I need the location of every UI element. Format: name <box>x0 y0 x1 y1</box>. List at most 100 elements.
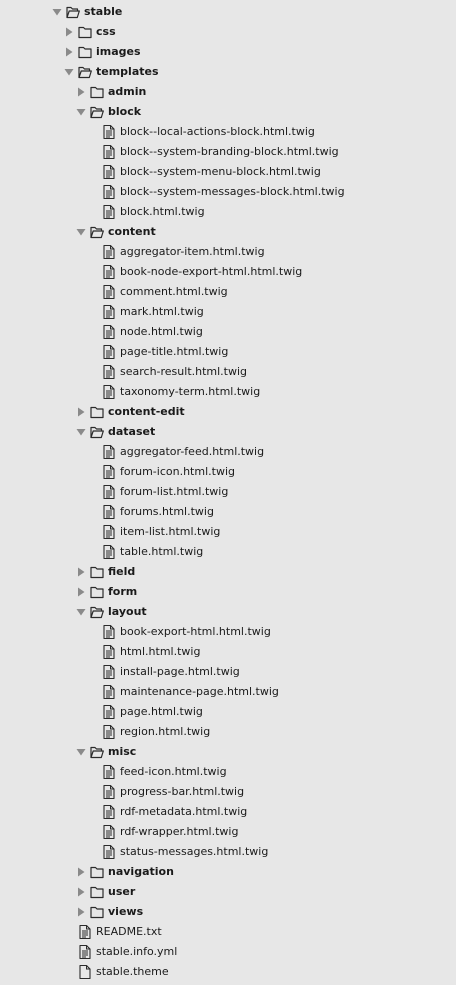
folder-row-layout[interactable]: layout <box>0 602 456 622</box>
file-label: table.html.twig <box>120 545 204 558</box>
folder-icon <box>78 44 92 60</box>
collapsed-arrow-icon[interactable] <box>64 47 74 57</box>
file-text-icon <box>102 344 116 360</box>
folder-label: stable <box>84 5 123 18</box>
file-row-block-local-actions-block-html-twig[interactable]: block--local-actions-block.html.twig <box>0 122 456 142</box>
file-text-icon <box>102 724 116 740</box>
folder-row-admin[interactable]: admin <box>0 82 456 102</box>
folder-row-images[interactable]: images <box>0 42 456 62</box>
file-row-stable-info-yml[interactable]: stable.info.yml <box>0 942 456 962</box>
expanded-arrow-icon[interactable] <box>52 7 62 17</box>
file-label: search-result.html.twig <box>120 365 248 378</box>
file-text-icon <box>102 684 116 700</box>
file-row-rdf-wrapper-html-twig[interactable]: rdf-wrapper.html.twig <box>0 822 456 842</box>
folder-row-form[interactable]: form <box>0 582 456 602</box>
file-label: block.html.twig <box>120 205 205 218</box>
folder-row-content[interactable]: content <box>0 222 456 242</box>
expanded-arrow-icon[interactable] <box>64 67 74 77</box>
collapsed-arrow-icon[interactable] <box>76 407 86 417</box>
folder-row-misc[interactable]: misc <box>0 742 456 762</box>
file-row-html-html-twig[interactable]: html.html.twig <box>0 642 456 662</box>
file-row-search-result-html-twig[interactable]: search-result.html.twig <box>0 362 456 382</box>
folder-row-navigation[interactable]: navigation <box>0 862 456 882</box>
file-row-aggregator-feed-html-twig[interactable]: aggregator-feed.html.twig <box>0 442 456 462</box>
file-label: node.html.twig <box>120 325 203 338</box>
folder-row-block[interactable]: block <box>0 102 456 122</box>
folder-icon <box>78 24 92 40</box>
file-text-icon <box>102 164 116 180</box>
file-text-icon <box>102 784 116 800</box>
file-row-table-html-twig[interactable]: table.html.twig <box>0 542 456 562</box>
file-row-mark-html-twig[interactable]: mark.html.twig <box>0 302 456 322</box>
file-label: page-title.html.twig <box>120 345 229 358</box>
folder-row-templates[interactable]: templates <box>0 62 456 82</box>
file-label: region.html.twig <box>120 725 211 738</box>
file-row-aggregator-item-html-twig[interactable]: aggregator-item.html.twig <box>0 242 456 262</box>
collapsed-arrow-icon[interactable] <box>76 907 86 917</box>
file-row-page-html-twig[interactable]: page.html.twig <box>0 702 456 722</box>
file-text-icon <box>102 524 116 540</box>
folder-row-user[interactable]: user <box>0 882 456 902</box>
file-row-book-node-export-html-html-twig[interactable]: book-node-export-html.html.twig <box>0 262 456 282</box>
expanded-arrow-icon[interactable] <box>76 427 86 437</box>
file-row-node-html-twig[interactable]: node.html.twig <box>0 322 456 342</box>
file-row-item-list-html-twig[interactable]: item-list.html.twig <box>0 522 456 542</box>
folder-row-views[interactable]: views <box>0 902 456 922</box>
file-row-rdf-metadata-html-twig[interactable]: rdf-metadata.html.twig <box>0 802 456 822</box>
file-row-block-system-messages-block-html-twig[interactable]: block--system-messages-block.html.twig <box>0 182 456 202</box>
expanded-arrow-icon[interactable] <box>76 607 86 617</box>
file-row-block-system-branding-block-html-twig[interactable]: block--system-branding-block.html.twig <box>0 142 456 162</box>
file-label: rdf-wrapper.html.twig <box>120 825 239 838</box>
folder-row-css[interactable]: css <box>0 22 456 42</box>
collapsed-arrow-icon[interactable] <box>76 587 86 597</box>
file-text-icon <box>102 464 116 480</box>
collapsed-arrow-icon[interactable] <box>64 27 74 37</box>
file-row-stable-theme[interactable]: stable.theme <box>0 962 456 982</box>
file-row-forum-icon-html-twig[interactable]: forum-icon.html.twig <box>0 462 456 482</box>
expanded-arrow-icon[interactable] <box>76 747 86 757</box>
folder-row-stable[interactable]: stable <box>0 2 456 22</box>
folder-label: dataset <box>108 425 156 438</box>
collapsed-arrow-icon[interactable] <box>76 887 86 897</box>
file-label: forum-icon.html.twig <box>120 465 235 478</box>
file-row-block-system-menu-block-html-twig[interactable]: block--system-menu-block.html.twig <box>0 162 456 182</box>
file-text-icon <box>102 844 116 860</box>
file-row-page-title-html-twig[interactable]: page-title.html.twig <box>0 342 456 362</box>
folder-open-icon <box>90 744 104 760</box>
file-label: progress-bar.html.twig <box>120 785 245 798</box>
file-row-install-page-html-twig[interactable]: install-page.html.twig <box>0 662 456 682</box>
file-row-region-html-twig[interactable]: region.html.twig <box>0 722 456 742</box>
file-row-taxonomy-term-html-twig[interactable]: taxonomy-term.html.twig <box>0 382 456 402</box>
expanded-arrow-icon[interactable] <box>76 227 86 237</box>
file-row-block-html-twig[interactable]: block.html.twig <box>0 202 456 222</box>
file-row-maintenance-page-html-twig[interactable]: maintenance-page.html.twig <box>0 682 456 702</box>
folder-row-dataset[interactable]: dataset <box>0 422 456 442</box>
file-text-icon <box>102 704 116 720</box>
folder-row-field[interactable]: field <box>0 562 456 582</box>
file-text-icon <box>102 444 116 460</box>
file-row-feed-icon-html-twig[interactable]: feed-icon.html.twig <box>0 762 456 782</box>
file-row-book-export-html-html-twig[interactable]: book-export-html.html.twig <box>0 622 456 642</box>
folder-label: templates <box>96 65 159 78</box>
file-row-progress-bar-html-twig[interactable]: progress-bar.html.twig <box>0 782 456 802</box>
file-row-forums-html-twig[interactable]: forums.html.twig <box>0 502 456 522</box>
file-row-readme-txt[interactable]: README.txt <box>0 922 456 942</box>
folder-open-icon <box>78 64 92 80</box>
file-label: item-list.html.twig <box>120 525 221 538</box>
collapsed-arrow-icon[interactable] <box>76 87 86 97</box>
file-label: comment.html.twig <box>120 285 228 298</box>
folder-label: user <box>108 885 136 898</box>
folder-icon <box>90 904 104 920</box>
file-label: aggregator-item.html.twig <box>120 245 265 258</box>
file-label: html.html.twig <box>120 645 201 658</box>
file-row-status-messages-html-twig[interactable]: status-messages.html.twig <box>0 842 456 862</box>
folder-row-content-edit[interactable]: content-edit <box>0 402 456 422</box>
file-row-comment-html-twig[interactable]: comment.html.twig <box>0 282 456 302</box>
file-label: block--system-branding-block.html.twig <box>120 145 339 158</box>
collapsed-arrow-icon[interactable] <box>76 867 86 877</box>
file-label: block--local-actions-block.html.twig <box>120 125 315 138</box>
collapsed-arrow-icon[interactable] <box>76 567 86 577</box>
expanded-arrow-icon[interactable] <box>76 107 86 117</box>
file-tree: stable css images templates admin block block-… <box>0 0 456 985</box>
file-row-forum-list-html-twig[interactable]: forum-list.html.twig <box>0 482 456 502</box>
